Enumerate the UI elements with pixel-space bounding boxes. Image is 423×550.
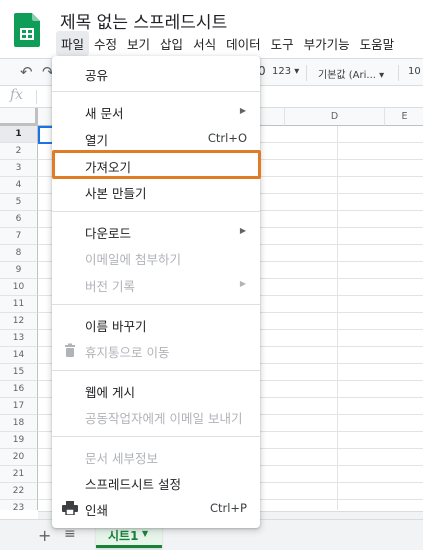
menu-item-shortcut: Ctrl+P bbox=[209, 501, 247, 515]
file-menu-dropdown: 공유 새 문서 ▶ 열기 Ctrl+O 가져오기 사본 만들기 다운로드 ▶ 이… bbox=[52, 56, 261, 528]
row-header[interactable]: 6 bbox=[0, 211, 38, 228]
menu-item-label: 웹에 게시 bbox=[85, 385, 135, 400]
submenu-arrow-icon: ▶ bbox=[239, 279, 246, 288]
menu-item-email-attachment[interactable]: 이메일에 첨부하기 bbox=[52, 245, 260, 269]
menu-item-publish-to-web[interactable]: 웹에 게시 bbox=[52, 378, 260, 402]
submenu-arrow-icon: ▶ bbox=[239, 106, 246, 115]
menu-item-label: 버전 기록 bbox=[85, 279, 135, 294]
menu-divider bbox=[52, 370, 260, 371]
menu-item-label: 문서 세부정보 bbox=[85, 451, 158, 466]
column-header-d[interactable]: D bbox=[285, 108, 385, 126]
font-dropdown[interactable]: 기본값 (Ari... ▾ bbox=[318, 66, 384, 81]
select-all-corner[interactable] bbox=[0, 108, 38, 126]
menu-item-label: 공유 bbox=[85, 68, 109, 83]
trash-icon bbox=[65, 343, 75, 357]
row-headers: 1 2 3 4 5 6 7 8 9 10 11 12 13 14 15 16 1… bbox=[0, 126, 38, 510]
number-format-dropdown[interactable]: 123 ▾ bbox=[272, 66, 299, 77]
menu-item-label: 휴지통으로 이동 bbox=[85, 345, 170, 360]
sheet-tab-label: 시트1 bbox=[108, 529, 139, 543]
menu-view[interactable]: 보기 bbox=[122, 31, 155, 56]
menu-item-version-history[interactable]: 버전 기록 ▶ bbox=[52, 272, 260, 296]
menu-item-shortcut: Ctrl+O bbox=[207, 131, 247, 145]
menu-item-label: 인쇄 bbox=[85, 503, 109, 518]
row-header[interactable]: 14 bbox=[0, 347, 38, 364]
menu-data[interactable]: 데이터 bbox=[221, 31, 266, 56]
menu-item-label: 이름 바꾸기 bbox=[85, 319, 147, 334]
menu-divider bbox=[52, 211, 260, 212]
fx-icon: fx bbox=[10, 87, 24, 103]
number-format-label: 123 bbox=[272, 66, 292, 77]
menu-item-label: 새 문서 bbox=[85, 106, 124, 121]
menu-item-rename[interactable]: 이름 바꾸기 bbox=[52, 312, 260, 336]
row-header[interactable]: 1 bbox=[0, 126, 38, 143]
row-header[interactable]: 20 bbox=[0, 449, 38, 466]
row-header[interactable]: 10 bbox=[0, 279, 38, 296]
menu-divider bbox=[52, 436, 260, 437]
row-header[interactable]: 3 bbox=[0, 160, 38, 177]
row-header[interactable]: 4 bbox=[0, 177, 38, 194]
row-header[interactable]: 7 bbox=[0, 228, 38, 245]
menu-item-new[interactable]: 새 문서 ▶ bbox=[52, 99, 260, 123]
row-header[interactable]: 23 bbox=[0, 500, 38, 510]
document-title[interactable]: 제목 없는 스프레드시트 bbox=[60, 8, 227, 33]
menu-item-share[interactable]: 공유 bbox=[52, 61, 260, 85]
row-header[interactable]: 9 bbox=[0, 262, 38, 279]
menu-help[interactable]: 도움말 bbox=[355, 31, 400, 56]
font-size-dropdown[interactable]: 10 bbox=[408, 66, 421, 77]
menu-item-download[interactable]: 다운로드 ▶ bbox=[52, 219, 260, 243]
menu-divider bbox=[52, 304, 260, 305]
menu-addons[interactable]: 부가기능 bbox=[299, 31, 355, 56]
menu-item-print[interactable]: 인쇄 Ctrl+P bbox=[52, 496, 260, 520]
menu-item-label: 열기 bbox=[85, 133, 109, 148]
row-header[interactable]: 11 bbox=[0, 296, 38, 313]
all-sheets-list-icon[interactable]: ≡ bbox=[64, 526, 76, 542]
menu-divider bbox=[52, 91, 260, 92]
row-header[interactable]: 18 bbox=[0, 415, 38, 432]
menu-item-email-collaborators[interactable]: 공동작업자에게 이메일 보내기 bbox=[52, 404, 260, 428]
row-header[interactable]: 8 bbox=[0, 245, 38, 262]
submenu-arrow-icon: ▶ bbox=[239, 226, 246, 235]
column-header-e[interactable]: E bbox=[385, 108, 423, 126]
menu-item-label: 사본 만들기 bbox=[85, 186, 147, 201]
row-header[interactable]: 19 bbox=[0, 432, 38, 449]
highlight-box bbox=[52, 150, 261, 179]
chevron-down-icon[interactable]: ▼ bbox=[142, 529, 148, 538]
menu-tools[interactable]: 도구 bbox=[266, 31, 299, 56]
toolbar-divider bbox=[306, 65, 307, 81]
menu-item-open[interactable]: 열기 Ctrl+O bbox=[52, 126, 260, 150]
google-sheets-logo-icon[interactable] bbox=[14, 13, 40, 47]
row-header[interactable]: 17 bbox=[0, 398, 38, 415]
font-label: 기본값 (Ari... bbox=[318, 70, 376, 81]
row-header[interactable]: 13 bbox=[0, 330, 38, 347]
row-header[interactable]: 22 bbox=[0, 483, 38, 500]
menu-file[interactable]: 파일 bbox=[56, 30, 90, 56]
menu-item-label: 스프레드시트 설정 bbox=[85, 477, 181, 492]
menu-item-spreadsheet-settings[interactable]: 스프레드시트 설정 bbox=[52, 470, 260, 494]
row-header[interactable]: 12 bbox=[0, 313, 38, 330]
menu-edit[interactable]: 수정 bbox=[89, 31, 122, 56]
row-header[interactable]: 16 bbox=[0, 381, 38, 398]
row-header[interactable]: 21 bbox=[0, 466, 38, 483]
menu-item-label: 공동작업자에게 이메일 보내기 bbox=[85, 411, 243, 426]
row-header[interactable]: 2 bbox=[0, 143, 38, 160]
formula-bar-divider bbox=[36, 90, 37, 104]
row-header[interactable]: 15 bbox=[0, 364, 38, 381]
menu-item-move-to-trash[interactable]: 휴지통으로 이동 bbox=[52, 338, 260, 362]
menu-item-make-copy[interactable]: 사본 만들기 bbox=[52, 179, 260, 203]
menu-insert[interactable]: 삽입 bbox=[155, 31, 188, 56]
add-sheet-icon[interactable]: + bbox=[38, 526, 51, 545]
printer-icon bbox=[62, 501, 78, 515]
menu-format[interactable]: 서식 bbox=[188, 31, 221, 56]
menu-item-label: 이메일에 첨부하기 bbox=[85, 252, 181, 267]
undo-icon[interactable]: ↶ bbox=[20, 63, 33, 81]
menu-item-label: 다운로드 bbox=[85, 226, 132, 241]
menu-item-document-details[interactable]: 문서 세부정보 bbox=[52, 444, 260, 468]
toolbar-divider bbox=[398, 65, 399, 81]
menu-bar: 파일 수정 보기 삽입 서식 데이터 도구 부가기능 도움말 bbox=[56, 30, 400, 56]
row-header[interactable]: 5 bbox=[0, 194, 38, 211]
